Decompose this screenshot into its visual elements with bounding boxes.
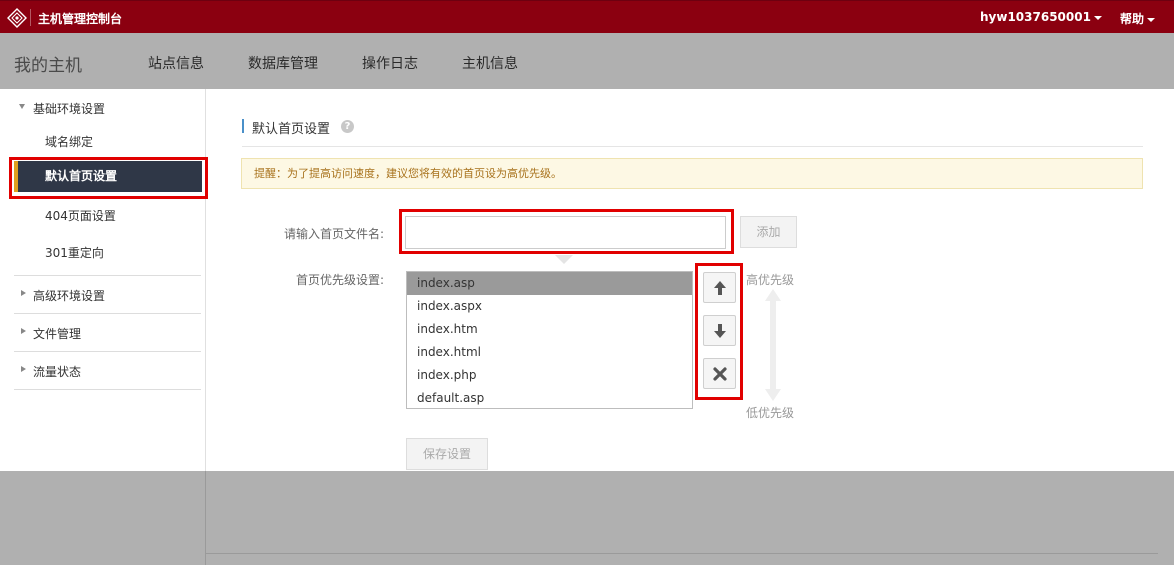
sidebar-group-files[interactable]: 文件管理: [20, 325, 81, 342]
filename-input[interactable]: [406, 217, 725, 248]
sidebar-group-label: 基础环境设置: [33, 102, 106, 116]
caret-right-icon: [21, 366, 26, 372]
section-title: 默认首页设置: [252, 122, 331, 137]
save-settings-button[interactable]: 保存设置: [406, 438, 488, 470]
sidebar-group-basic[interactable]: 基础环境设置: [19, 100, 106, 117]
sidebar-item-domain[interactable]: 域名绑定: [45, 133, 93, 150]
move-up-button[interactable]: [703, 272, 736, 303]
caret-right-icon: [21, 290, 26, 296]
sidebar-group-advanced[interactable]: 高级环境设置: [20, 287, 105, 304]
main-content: 默认首页设置 ? 提醒：为了提高访问速度，建议您将有效的首页设为高优先级。 请输…: [206, 89, 1174, 471]
list-item[interactable]: index.php: [407, 364, 692, 387]
sidebar-divider: [14, 351, 201, 352]
help-icon[interactable]: ?: [341, 120, 354, 133]
nav-bar: 我的主机 站点信息 数据库管理 操作日志 主机信息: [0, 33, 1174, 89]
arrow-up-icon: [714, 281, 726, 295]
title-separator: [30, 9, 31, 26]
sidebar-group-label: 高级环境设置: [33, 289, 106, 303]
notice-banner: 提醒：为了提高访问速度，建议您将有效的首页设为高优先级。: [241, 158, 1143, 189]
chevron-down-icon: [1147, 17, 1156, 22]
sidebar-item-default-page[interactable]: 默认首页设置: [14, 161, 202, 192]
list-item[interactable]: index.asp: [407, 272, 692, 295]
sidebar-divider: [14, 313, 201, 314]
help-label: 帮助: [1120, 12, 1145, 26]
list-item[interactable]: index.htm: [407, 318, 692, 341]
nav-item-host-info[interactable]: 主机信息: [462, 53, 518, 73]
nav-item-logs[interactable]: 操作日志: [362, 53, 418, 73]
lower-divider-horizontal: [206, 553, 1158, 554]
caret-down-icon: [19, 104, 25, 109]
high-priority-label: 高优先级: [746, 273, 795, 287]
list-item[interactable]: index.html: [407, 341, 692, 364]
filename-input-wrapper: [405, 216, 726, 249]
lower-overlay: [0, 471, 1174, 565]
sidebar-item-301[interactable]: 301重定向: [45, 244, 104, 261]
username: hyw1037650001: [980, 10, 1091, 24]
section-divider: [242, 146, 1143, 147]
logo-icon: [7, 8, 27, 28]
chevron-down-icon: [1093, 15, 1102, 20]
input-pointer: [555, 255, 573, 264]
sidebar-divider: [14, 275, 201, 276]
move-down-button[interactable]: [703, 315, 736, 346]
caret-right-icon: [21, 328, 26, 334]
page-brand[interactable]: 我的主机: [14, 51, 82, 76]
top-bar: 主机管理控制台 hyw1037650001 帮助: [0, 0, 1174, 33]
delete-button[interactable]: [703, 358, 736, 389]
sidebar: 基础环境设置 域名绑定 默认首页设置 404页面设置 301重定向 高级环境设置…: [0, 89, 206, 471]
help-menu[interactable]: 帮助: [1120, 10, 1156, 27]
low-priority-label: 低优先级: [746, 406, 795, 420]
priority-label: 首页优先级设置:: [296, 273, 385, 287]
sidebar-item-404[interactable]: 404页面设置: [45, 207, 116, 224]
add-button[interactable]: 添加: [740, 216, 797, 248]
sidebar-group-traffic[interactable]: 流量状态: [20, 363, 81, 380]
arrow-down-icon: [714, 324, 726, 338]
priority-arrow-icon: [765, 289, 781, 401]
priority-list[interactable]: index.asp index.aspx index.htm index.htm…: [406, 271, 693, 409]
user-menu[interactable]: hyw1037650001: [980, 10, 1102, 24]
sidebar-divider: [14, 389, 201, 390]
nav-item-database[interactable]: 数据库管理: [248, 53, 318, 73]
app-title: 主机管理控制台: [38, 12, 123, 26]
nav-item-site-info[interactable]: 站点信息: [148, 53, 204, 73]
sidebar-group-label: 文件管理: [33, 327, 82, 341]
list-item[interactable]: index.aspx: [407, 295, 692, 318]
section-marker: [242, 119, 244, 133]
filename-label: 请输入首页文件名:: [284, 227, 385, 241]
lower-divider-vertical: [205, 471, 206, 565]
sidebar-group-label: 流量状态: [33, 365, 82, 379]
list-item[interactable]: default.asp: [407, 387, 692, 410]
close-icon: [713, 367, 727, 381]
